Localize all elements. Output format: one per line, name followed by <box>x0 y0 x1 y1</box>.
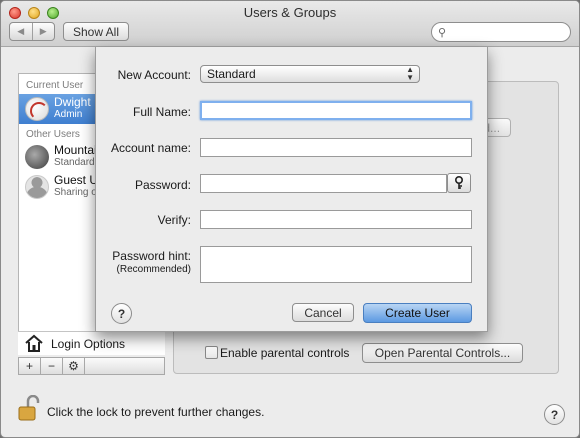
window-title: Users & Groups <box>243 5 337 20</box>
parental-controls-checkbox[interactable] <box>205 346 218 359</box>
titlebar: Users & Groups ◀ ▶ Show All ⚲ <box>1 1 579 47</box>
lock-message: Click the lock to prevent further change… <box>47 405 265 419</box>
lock-open-icon[interactable] <box>17 395 41 421</box>
open-parental-controls-button[interactable]: Open Parental Controls... <box>362 343 523 363</box>
popup-arrows-icon: ▲ ▼ <box>406 65 414 82</box>
account-name-label: Account name: <box>110 141 191 155</box>
user-name: Dwight <box>54 95 91 109</box>
login-options-item[interactable]: Login Options <box>18 331 165 355</box>
parental-controls-label: Enable parental controls <box>220 346 350 360</box>
account-type-value: Standard <box>207 67 256 81</box>
login-options-label: Login Options <box>51 337 126 351</box>
cancel-button[interactable]: Cancel <box>292 303 354 322</box>
full-name-label: Full Name: <box>132 105 191 119</box>
remove-user-button[interactable]: − <box>41 358 63 374</box>
sidebar-button-bar: + − ⚙ <box>18 357 165 375</box>
account-type-select[interactable]: Standard ▲ ▼ <box>200 65 420 83</box>
user-role: Admin <box>54 109 83 120</box>
chevron-left-icon[interactable]: ◀ <box>10 23 32 40</box>
gear-icon[interactable]: ⚙ <box>63 358 85 374</box>
back-forward-control: ◀ ▶ <box>9 22 55 41</box>
password-label: Password: <box>134 178 191 192</box>
password-hint-label: Password hint: (Recommended) <box>112 250 191 276</box>
password-assistant-button[interactable] <box>447 173 471 193</box>
key-icon <box>455 176 463 189</box>
help-button[interactable]: ? <box>544 404 565 425</box>
user-role: Standard <box>54 157 95 168</box>
verify-label: Verify: <box>157 213 191 227</box>
add-user-button[interactable]: + <box>19 358 41 374</box>
create-user-button[interactable]: Create User <box>363 303 472 323</box>
search-icon: ⚲ <box>438 27 447 39</box>
account-name-field[interactable] <box>200 138 472 157</box>
full-name-field[interactable] <box>200 101 472 120</box>
avatar <box>25 97 49 121</box>
new-account-label: New Account: <box>117 68 191 82</box>
other-users-header: Other Users <box>26 129 80 140</box>
current-user-header: Current User <box>26 80 84 91</box>
password-hint-field[interactable] <box>200 246 472 283</box>
sheet-help-button[interactable]: ? <box>111 303 132 324</box>
new-account-sheet: New Account: Standard ▲ ▼ Full Name: Acco… <box>95 47 488 332</box>
show-all-button[interactable]: Show All <box>63 22 129 41</box>
password-hint-title: Password hint: <box>112 249 191 263</box>
avatar <box>25 145 49 169</box>
password-hint-sublabel: (Recommended) <box>116 264 191 275</box>
password-field[interactable] <box>200 174 447 193</box>
house-icon <box>25 334 43 352</box>
verify-field[interactable] <box>200 210 472 229</box>
chevron-right-icon[interactable]: ▶ <box>31 23 55 40</box>
users-groups-window: Users & Groups ◀ ▶ Show All ⚲ Current Us… <box>0 0 580 438</box>
search-input[interactable]: ⚲ <box>431 22 571 42</box>
avatar <box>25 175 49 199</box>
